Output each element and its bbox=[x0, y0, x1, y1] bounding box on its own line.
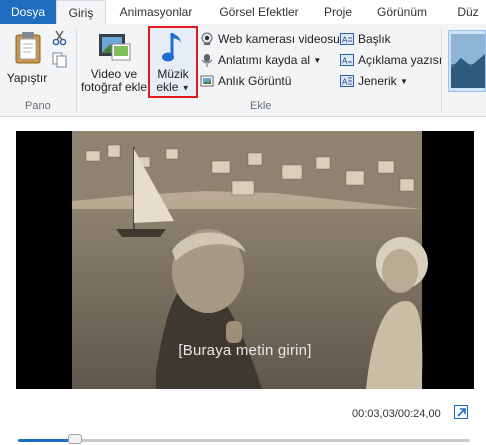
add-video-label-line2: fotoğraf ekle bbox=[80, 80, 148, 94]
ribbon-tab-bar: Dosya Giriş Animasyonlar Görsel Efektler… bbox=[0, 0, 486, 25]
webcam-video-label: Web kamerası videosu bbox=[218, 32, 340, 46]
time-readout: 00:03,03/00:24,00 bbox=[352, 408, 441, 420]
tab-animations[interactable]: Animasyonlar bbox=[110, 0, 202, 24]
seek-bar-thumb[interactable] bbox=[67, 434, 82, 444]
cut-button[interactable] bbox=[52, 30, 68, 46]
expand-icon bbox=[456, 407, 466, 417]
title-label: Başlık bbox=[358, 32, 391, 46]
group-label-pano: Pano bbox=[25, 100, 51, 112]
video-preview[interactable]: [Buraya metin girin] bbox=[16, 131, 474, 389]
tab-edit[interactable]: Düz bbox=[448, 0, 486, 24]
fullscreen-button[interactable] bbox=[454, 405, 468, 419]
group-separator bbox=[76, 28, 77, 112]
add-video-photo-button[interactable]: Video ve fotoğraf ekle bbox=[80, 28, 148, 94]
scissors-icon bbox=[52, 30, 67, 46]
caption-label: Açıklama yazısı bbox=[358, 53, 443, 67]
credits-button[interactable]: A Jenerik ▼ bbox=[340, 72, 408, 90]
tab-project[interactable]: Proje bbox=[316, 0, 360, 24]
tab-view[interactable]: Görünüm bbox=[366, 0, 438, 24]
snapshot-icon bbox=[200, 74, 214, 88]
dropdown-arrow-icon: ▼ bbox=[313, 55, 322, 65]
dropdown-arrow-icon: ▼ bbox=[400, 76, 408, 86]
svg-text:A: A bbox=[342, 35, 348, 44]
video-subtitle-text[interactable]: [Buraya metin girin] bbox=[16, 342, 474, 359]
group-separator bbox=[441, 28, 442, 112]
auto-movie-theme-thumbnail[interactable] bbox=[448, 30, 486, 92]
highlight-box bbox=[148, 26, 198, 98]
tab-file[interactable]: Dosya bbox=[0, 0, 56, 24]
clipboard-icon bbox=[15, 32, 41, 64]
ribbon: Yapıştır Pano Video ve fotoğraf ekle Müz… bbox=[0, 24, 486, 117]
preview-area: [Buraya metin girin] 00:03,03/00:24,00 bbox=[0, 117, 486, 445]
title-icon: A bbox=[340, 32, 354, 46]
group-label-ekle: Ekle bbox=[250, 100, 272, 112]
svg-text:A: A bbox=[342, 77, 348, 86]
copy-icon bbox=[52, 52, 67, 68]
film-photo-icon bbox=[99, 34, 131, 61]
webcam-icon bbox=[200, 32, 214, 46]
caption-icon: A bbox=[340, 53, 354, 67]
svg-text:A: A bbox=[342, 56, 348, 65]
paste-button[interactable]: Yapıştır bbox=[4, 28, 50, 90]
landscape-thumbnail-icon bbox=[451, 34, 485, 88]
tab-home[interactable]: Giriş bbox=[56, 0, 106, 25]
credits-label: Jenerik bbox=[358, 74, 397, 88]
credits-icon: A bbox=[340, 74, 354, 88]
record-narration-label: Anlatımı kayda al bbox=[218, 53, 311, 67]
microphone-icon bbox=[200, 53, 214, 67]
snapshot-button[interactable]: Anlık Görüntü bbox=[200, 72, 291, 90]
record-narration-button[interactable]: Anlatımı kayda al ▼ bbox=[200, 51, 321, 69]
title-button[interactable]: A Başlık bbox=[340, 30, 391, 48]
copy-button[interactable] bbox=[52, 52, 68, 68]
seek-bar[interactable] bbox=[18, 434, 470, 444]
webcam-video-button[interactable]: Web kamerası videosu bbox=[200, 30, 340, 48]
tab-visual-effects[interactable]: Görsel Efektler bbox=[206, 0, 312, 24]
caption-button[interactable]: A Açıklama yazısı bbox=[340, 51, 442, 69]
seek-bar-progress bbox=[18, 439, 75, 442]
paste-label: Yapıştır bbox=[6, 71, 48, 85]
snapshot-label: Anlık Görüntü bbox=[218, 74, 292, 88]
